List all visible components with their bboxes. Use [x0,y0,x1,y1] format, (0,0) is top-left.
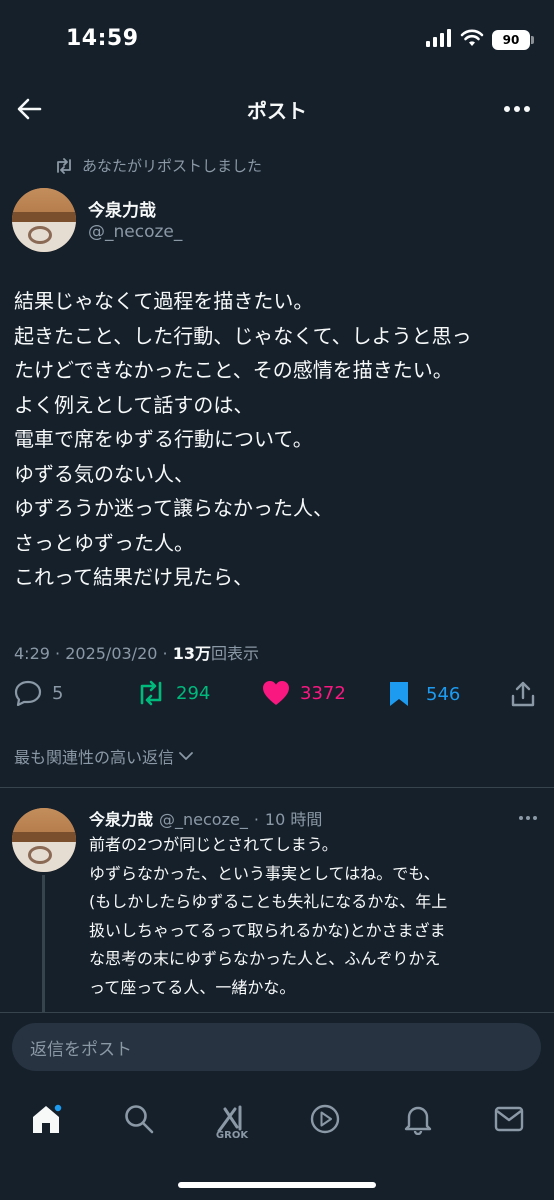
author-handle[interactable]: @_necoze_ [88,222,182,242]
heart-icon [263,681,289,705]
nav-home[interactable] [26,1099,66,1139]
compose-bar: 返信をポスト [0,1012,554,1086]
nav-messages[interactable] [489,1099,529,1139]
nav-notifications[interactable] [398,1099,438,1139]
mail-icon [494,1106,524,1132]
reply-sort-dropdown[interactable]: 最も関連性の高い返信 [14,744,194,768]
repost-icon [57,157,71,174]
views-count: 13万 [172,644,211,663]
reply-author-handle[interactable]: @_necoze_ [159,810,248,829]
reply-sort-label: 最も関連性の高い返信 [14,748,175,767]
reply-count: 5 [52,682,64,704]
reply-button[interactable]: 5 [14,680,63,706]
reply-header: 今泉力哉 @_necoze_ · 10 時間 [89,806,322,830]
repost-notice: あなたがリポストしました [54,155,262,176]
post-time: 4:29 [14,644,50,663]
post-actions: 5 294 3372 546 [0,680,554,720]
post-text-line: たけどできなかったこと、その感情を描きたい。 [14,358,453,382]
share-icon [511,681,535,707]
author-avatar[interactable] [12,188,76,252]
status-time: 14:59 [66,26,139,51]
wifi-icon [460,29,484,51]
post-text-line: さっとゆずった人。 [14,530,194,555]
post-text-line: ゆずる気のない人、 [14,461,194,486]
reply-text-line: な思考の末にゆずらなかった人と、ふんぞりかえ [89,949,441,969]
reply-more-button[interactable] [518,806,538,825]
repost-notice-text: あなたがリポストしました [82,157,263,175]
signal-icon [426,29,452,51]
post-text-line: 結果じゃなくて過程を描きたい。 [14,289,314,313]
page-title: ポスト [247,99,307,123]
post-date: 2025/03/20 [65,644,158,663]
post-text-line: これって結果だけ見たら、 [14,565,253,589]
reply-time: 10 時間 [264,810,323,829]
battery-icon: 90 [492,30,534,50]
share-button[interactable] [510,680,536,708]
post-text-line: ゆずろうか迷って譲らなかった人、 [14,496,333,520]
author-name[interactable]: 今泉力哉 [88,196,156,221]
like-count: 3372 [300,682,346,704]
post-meta: 4:29 · 2025/03/20 · 13万回表示 [14,644,259,663]
thread-line [42,875,45,1015]
bottom-nav: GROK [0,1087,554,1200]
battery-level: 90 [502,33,520,47]
bookmark-button[interactable]: 546 [388,680,460,708]
reply-icon [14,680,42,706]
bookmark-icon [390,682,408,706]
reply-avatar[interactable] [12,808,76,872]
status-bar: 14:59 90 [0,0,554,86]
post-text: 結果じゃなくて過程を描きたい。 起きたこと、した行動、じゃなくて、しようと思っ … [14,284,540,595]
nav-video[interactable] [305,1099,345,1139]
home-icon [33,1103,63,1133]
repost-action-icon [140,680,162,706]
reply-text: 前者の2つが同じとされてしまう。 ゆずらなかった、という事実としてはね。でも、 … [89,831,529,1003]
reply-text-line: って座ってる人、一緒かな。 [89,977,296,997]
reply-text-line: (もしかしたらゆずることも失礼になるかな、年上 [89,892,448,912]
chevron-down-icon [179,752,193,760]
app-header: ポスト [0,86,554,132]
search-icon [125,1105,154,1134]
post-text-line: 起きたこと、した行動、じゃなくて、しようと思っ [14,323,472,348]
status-icons: 90 [426,29,534,51]
views-label: 回表示 [210,644,259,663]
post-text-line: よく例えとして話すのは、 [14,392,254,417]
like-button[interactable]: 3372 [262,680,346,706]
bookmark-count: 546 [426,683,461,705]
reply-text-line: 前者の2つが同じとされてしまう。 [89,835,338,854]
post-text-line: 電車で席をゆずる行動について。 [14,427,313,451]
repost-button[interactable]: 294 [136,680,210,706]
more-dots-icon [504,106,530,112]
home-indicator [178,1182,376,1188]
more-dots-icon [519,816,537,820]
grok-label: GROK [215,1130,249,1141]
play-icon [310,1104,340,1134]
reply-author-name[interactable]: 今泉力哉 [89,806,153,830]
nav-search[interactable] [119,1099,159,1139]
bell-icon [404,1106,432,1135]
more-options-button[interactable] [500,92,534,126]
divider [0,787,554,788]
reply-text-line: 扱いしちゃってるって取られるかな)とかさまざま [89,920,446,940]
reply-compose-input[interactable]: 返信をポスト [12,1023,541,1071]
repost-count: 294 [176,682,211,704]
reply-text-line: ゆずらなかった、という事実としてはね。でも、 [89,863,440,883]
